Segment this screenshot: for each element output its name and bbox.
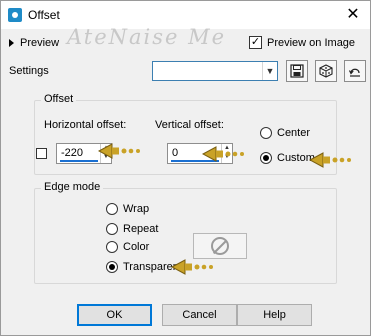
horizontal-offset-label: Horizontal offset: [44, 119, 127, 131]
expand-triangle-icon [9, 39, 14, 47]
pointer-hand-icon [171, 259, 213, 275]
preview-toggle[interactable]: Preview [9, 37, 59, 49]
app-icon [8, 8, 22, 22]
pointer-hand-icon [98, 143, 140, 159]
color-label: Color [123, 241, 150, 253]
color-radio[interactable] [106, 241, 118, 253]
horizontal-offset-value: -220 [61, 147, 84, 159]
center-label: Center [277, 127, 311, 139]
transparent-radio[interactable] [106, 261, 118, 273]
edge-mode-title: Edge mode [41, 181, 104, 193]
preview-on-image-label: Preview on Image [267, 36, 356, 49]
reset-arrow-icon [348, 68, 360, 77]
vertical-offset-label: Vertical offset: [155, 119, 224, 131]
pointer-hand-icon [202, 146, 244, 162]
repeat-radio[interactable] [106, 223, 118, 235]
window-title: Offset [28, 8, 60, 22]
custom-radio[interactable] [260, 152, 272, 164]
cancel-button[interactable]: Cancel [162, 304, 237, 326]
reset-button[interactable] [344, 60, 366, 82]
watermark: AteNaise Me [67, 25, 227, 49]
preview-label: Preview [20, 37, 60, 49]
settings-label: Settings [9, 65, 49, 77]
vertical-offset-value: 0 [172, 147, 179, 159]
chevron-down-icon[interactable]: ▼ [262, 62, 277, 80]
help-button[interactable]: Help [237, 304, 312, 326]
center-radio[interactable] [260, 127, 272, 139]
preview-on-image-checkbox[interactable]: ✓ Preview on Image [249, 36, 355, 49]
close-icon[interactable]: ✕ [342, 4, 364, 26]
wrap-radio[interactable] [106, 203, 118, 215]
floppy-disk-icon [290, 64, 304, 78]
pointer-hand-icon [309, 152, 351, 168]
settings-dropdown[interactable]: ▼ [152, 61, 278, 81]
input-focus-underline [60, 160, 98, 162]
randomize-button[interactable] [315, 60, 337, 82]
ok-button[interactable]: OK [77, 304, 152, 326]
wrap-label: Wrap [123, 203, 150, 215]
link-offsets-checkbox[interactable] [36, 148, 47, 159]
offset-dialog: Offset ✕ AteNaise Me Preview ✓ Preview o… [0, 0, 371, 336]
offset-group-title: Offset [41, 93, 77, 105]
no-color-icon [211, 237, 229, 255]
repeat-label: Repeat [123, 223, 159, 235]
edge-color-swatch[interactable] [193, 233, 247, 259]
dice-icon [319, 64, 333, 78]
save-preset-button[interactable] [286, 60, 308, 82]
checkmark-icon: ✓ [249, 36, 262, 49]
